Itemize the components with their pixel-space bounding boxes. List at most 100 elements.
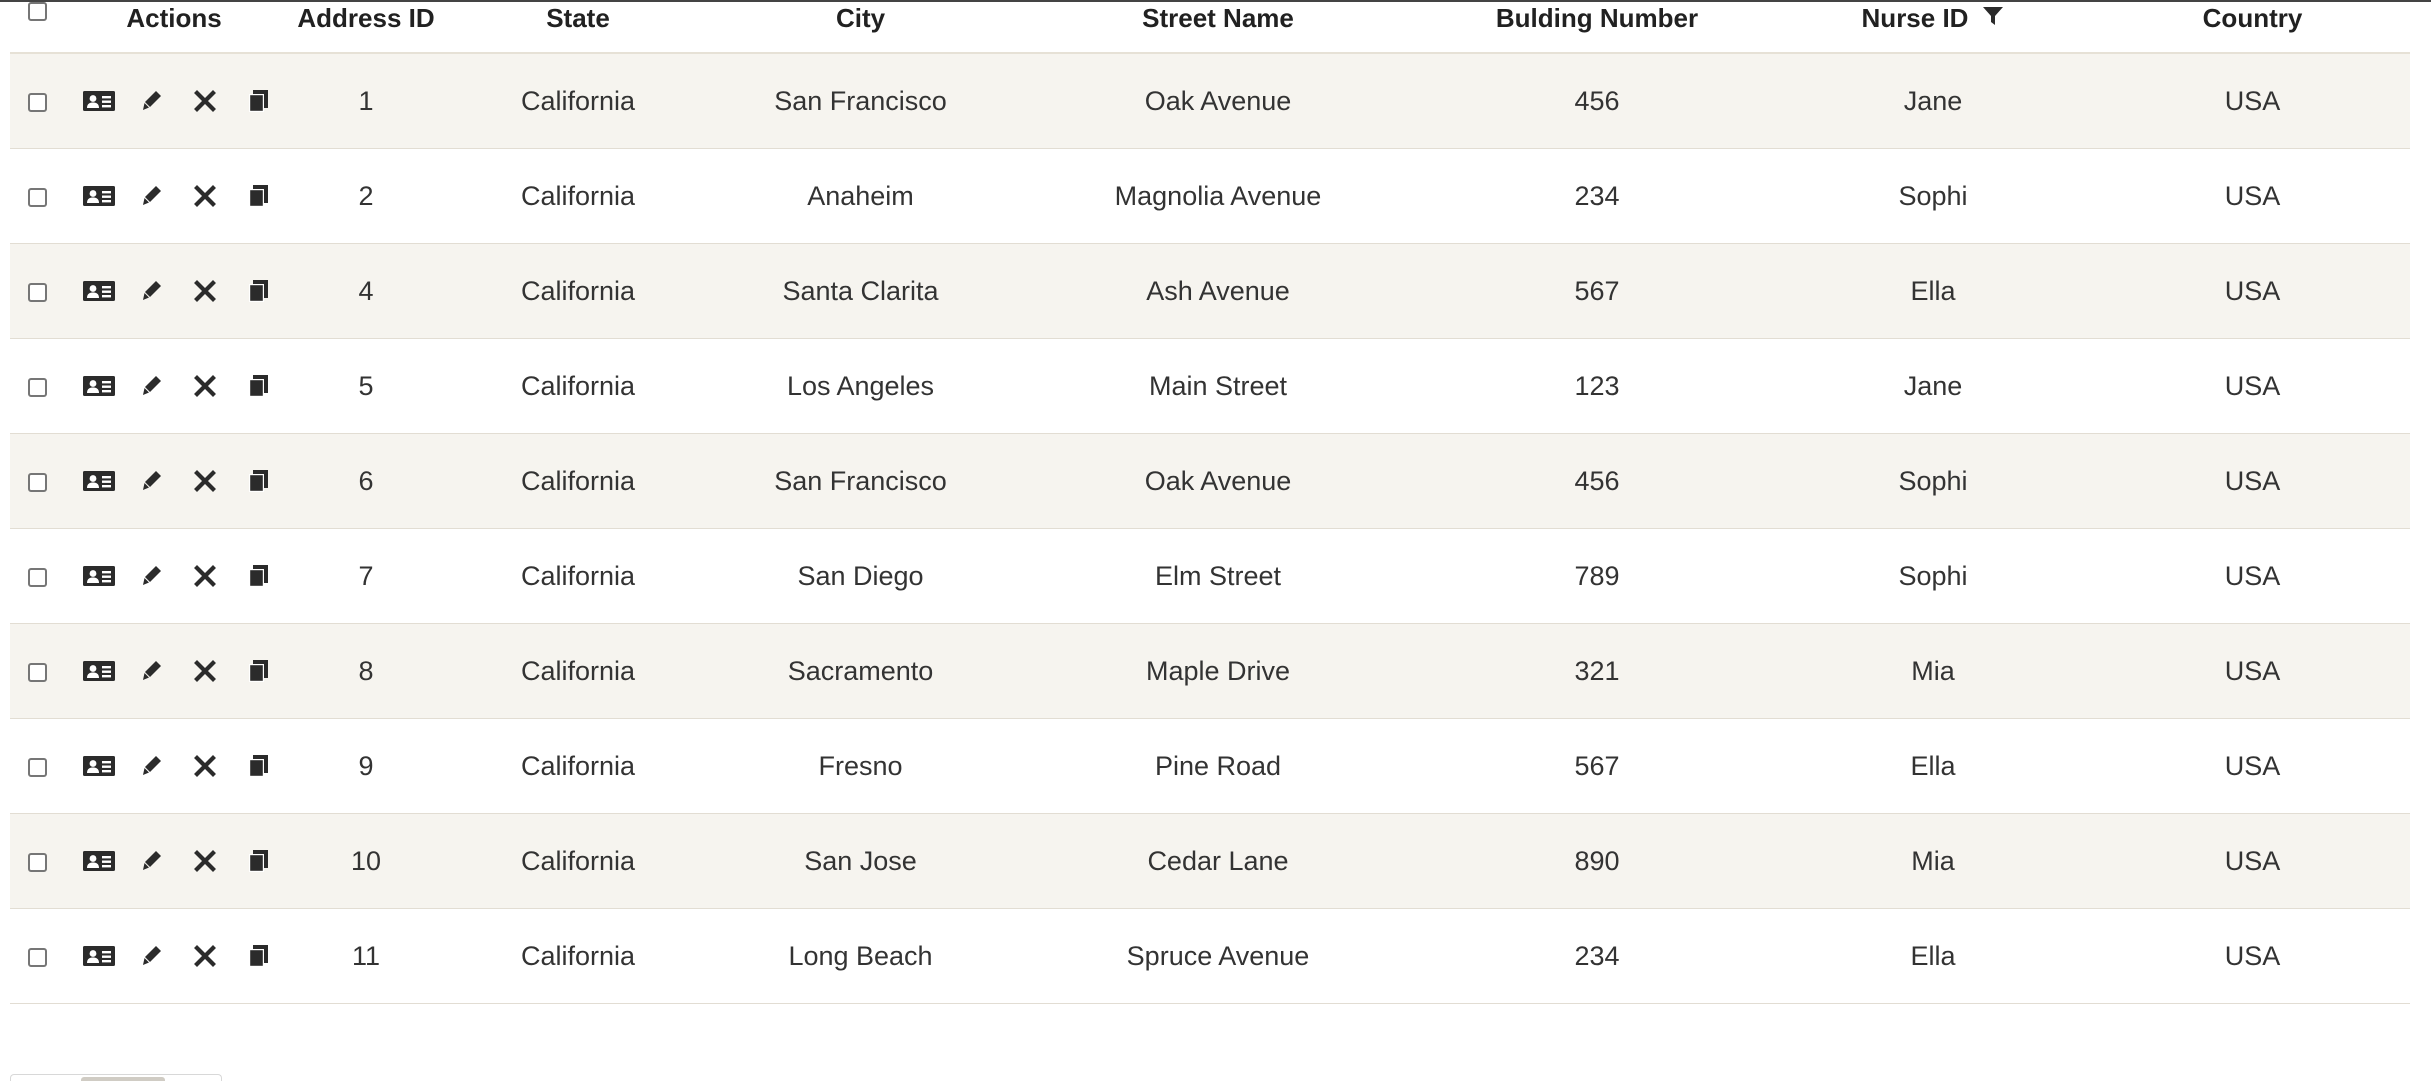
id-card-icon[interactable] (72, 651, 125, 691)
select-all-checkbox[interactable] (27, 2, 47, 21)
id-card-icon[interactable] (72, 461, 125, 501)
pencil-icon[interactable] (125, 461, 178, 501)
cell-city: San Francisco (708, 53, 1013, 149)
row-actions-cell (64, 53, 284, 149)
cell-country: USA (2095, 148, 2410, 244)
close-x-icon[interactable] (178, 936, 231, 976)
close-x-icon[interactable] (178, 651, 231, 691)
id-card-icon[interactable] (72, 841, 125, 881)
row-actions-cell (64, 813, 284, 909)
copy-icon[interactable] (231, 651, 284, 691)
row-checkbox[interactable] (27, 567, 47, 587)
scrollbar-thumb[interactable] (81, 1077, 165, 1081)
cell-street-name: Pine Road (1013, 718, 1423, 814)
table-row[interactable]: 10 California San Jose Cedar Lane 890 Mi… (10, 813, 2410, 909)
cell-street-name: Ash Avenue (1013, 243, 1423, 339)
id-card-icon[interactable] (72, 176, 125, 216)
close-x-icon[interactable] (178, 176, 231, 216)
cell-nurse-id: Jane (1771, 53, 2095, 149)
table-row[interactable]: 8 California Sacramento Maple Drive 321 … (10, 623, 2410, 719)
close-x-icon[interactable] (178, 366, 231, 406)
row-checkbox[interactable] (27, 472, 47, 492)
cell-address-id: 1 (284, 53, 448, 149)
id-card-icon[interactable] (72, 366, 125, 406)
copy-icon[interactable] (231, 841, 284, 881)
table-row[interactable]: 7 California San Diego Elm Street 789 So… (10, 528, 2410, 624)
cell-state: California (448, 338, 708, 434)
close-x-icon[interactable] (178, 271, 231, 311)
header-street-name[interactable]: Street Name (1013, 2, 1423, 54)
close-x-icon[interactable] (178, 461, 231, 501)
row-select-cell (10, 338, 64, 434)
row-checkbox[interactable] (27, 377, 47, 397)
row-checkbox[interactable] (27, 757, 47, 777)
close-x-icon[interactable] (178, 746, 231, 786)
row-actions-cell (64, 908, 284, 1004)
row-checkbox[interactable] (27, 852, 47, 872)
copy-icon[interactable] (231, 176, 284, 216)
row-actions-cell (64, 338, 284, 434)
row-checkbox[interactable] (27, 662, 47, 682)
copy-icon[interactable] (231, 366, 284, 406)
pencil-icon[interactable] (125, 81, 178, 121)
row-select-cell (10, 813, 64, 909)
row-checkbox[interactable] (27, 282, 47, 302)
pencil-icon[interactable] (125, 271, 178, 311)
filter-funnel-icon[interactable] (1982, 2, 2004, 34)
cell-country: USA (2095, 718, 2410, 814)
row-actions (64, 461, 284, 501)
cell-nurse-id: Ella (1771, 908, 2095, 1004)
cell-city: Sacramento (708, 623, 1013, 719)
close-x-icon[interactable] (178, 556, 231, 596)
copy-icon[interactable] (231, 936, 284, 976)
row-actions (64, 841, 284, 881)
pencil-icon[interactable] (125, 366, 178, 406)
pencil-icon[interactable] (125, 746, 178, 786)
pencil-icon[interactable] (125, 936, 178, 976)
close-x-icon[interactable] (178, 81, 231, 121)
copy-icon[interactable] (231, 81, 284, 121)
pencil-icon[interactable] (125, 651, 178, 691)
header-select-cell (10, 2, 64, 54)
pencil-icon[interactable] (125, 176, 178, 216)
row-actions (64, 271, 284, 311)
table-row[interactable]: 9 California Fresno Pine Road 567 Ella U… (10, 718, 2410, 814)
header-nurse-id[interactable]: Nurse ID (1862, 2, 1969, 34)
table-row[interactable]: 2 California Anaheim Magnolia Avenue 234… (10, 148, 2410, 244)
row-actions-cell (64, 433, 284, 529)
cell-street-name: Maple Drive (1013, 623, 1423, 719)
row-checkbox[interactable] (27, 92, 47, 112)
copy-icon[interactable] (231, 461, 284, 501)
cell-street-name: Cedar Lane (1013, 813, 1423, 909)
copy-icon[interactable] (231, 746, 284, 786)
pencil-icon[interactable] (125, 556, 178, 596)
close-x-icon[interactable] (178, 841, 231, 881)
id-card-icon[interactable] (72, 746, 125, 786)
cell-address-id: 4 (284, 243, 448, 339)
row-checkbox[interactable] (27, 947, 47, 967)
cell-address-id: 5 (284, 338, 448, 434)
header-country[interactable]: Country (2095, 2, 2410, 54)
copy-icon[interactable] (231, 271, 284, 311)
pencil-icon[interactable] (125, 841, 178, 881)
horizontal-scrollbar[interactable] (10, 1074, 222, 1081)
table-row[interactable]: 6 California San Francisco Oak Avenue 45… (10, 433, 2410, 529)
row-actions-cell (64, 243, 284, 339)
copy-icon[interactable] (231, 556, 284, 596)
header-address-id[interactable]: Address ID (284, 2, 448, 54)
cell-state: California (448, 813, 708, 909)
id-card-icon[interactable] (72, 81, 125, 121)
header-building-number[interactable]: Bulding Number (1423, 2, 1771, 54)
cell-city: Anaheim (708, 148, 1013, 244)
id-card-icon[interactable] (72, 936, 125, 976)
header-city[interactable]: City (708, 2, 1013, 54)
table-row[interactable]: 11 California Long Beach Spruce Avenue 2… (10, 908, 2410, 1004)
id-card-icon[interactable] (72, 556, 125, 596)
table-row[interactable]: 4 California Santa Clarita Ash Avenue 56… (10, 243, 2410, 339)
id-card-icon[interactable] (72, 271, 125, 311)
cell-city: Santa Clarita (708, 243, 1013, 339)
table-row[interactable]: 1 California San Francisco Oak Avenue 45… (10, 53, 2410, 149)
row-checkbox[interactable] (27, 187, 47, 207)
table-row[interactable]: 5 California Los Angeles Main Street 123… (10, 338, 2410, 434)
header-state[interactable]: State (448, 2, 708, 54)
